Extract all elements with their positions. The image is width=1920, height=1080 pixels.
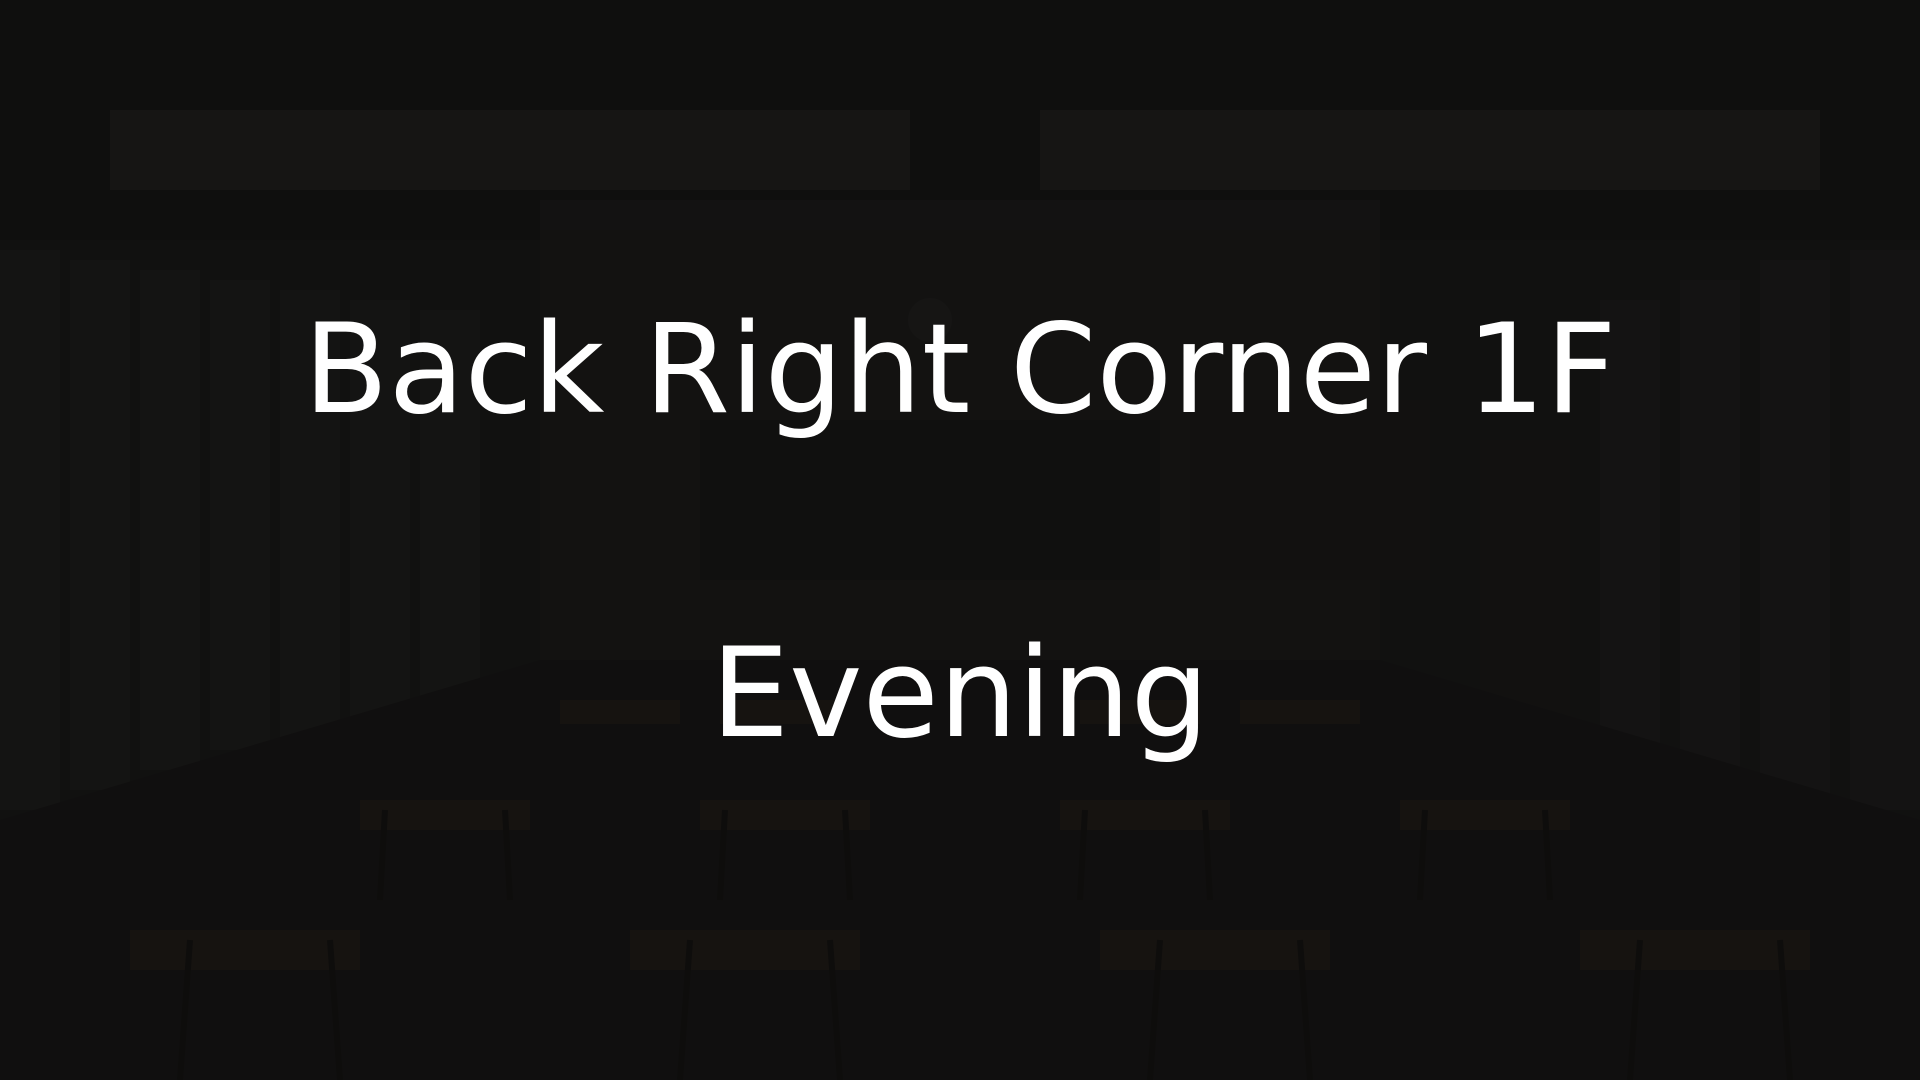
location-title: Back Right Corner 1F [303, 298, 1617, 442]
scene-transition-screen[interactable]: Back Right Corner 1F Evening [0, 0, 1920, 1080]
dim-overlay [0, 0, 1920, 1080]
time-of-day-label: Evening [710, 622, 1210, 766]
